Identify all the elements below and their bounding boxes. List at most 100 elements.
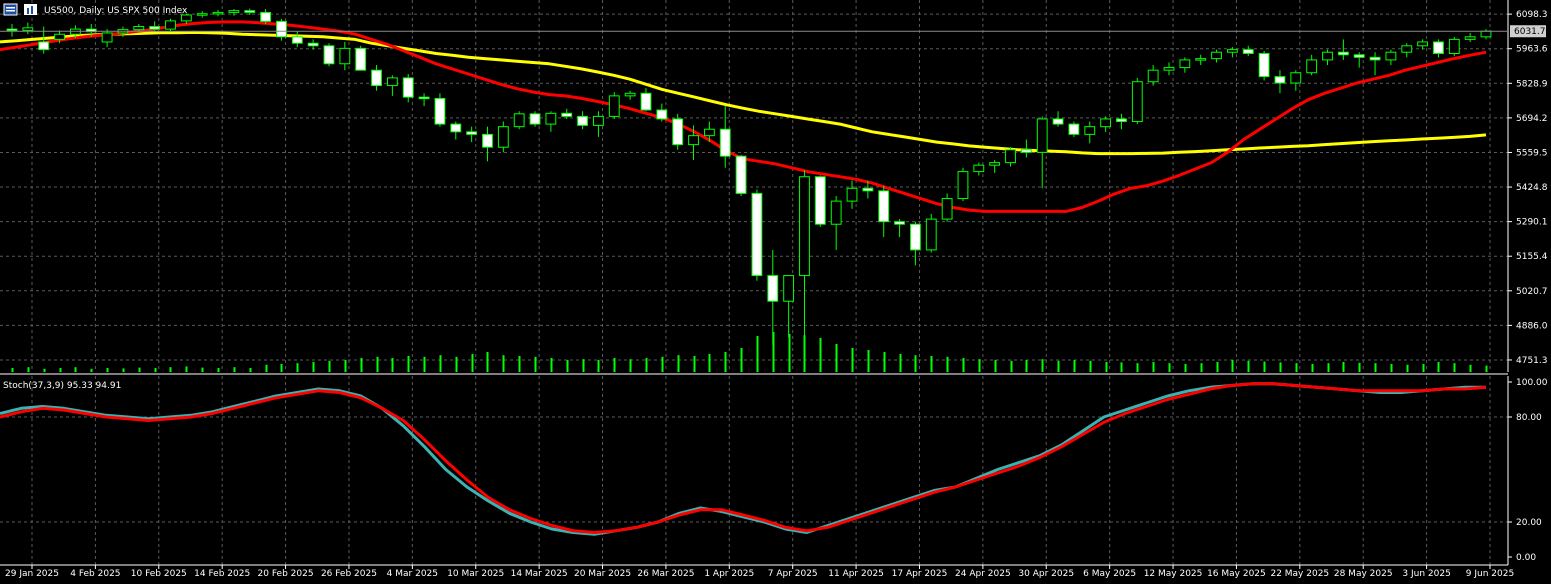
price-tick-label: 5559.5	[1516, 148, 1548, 158]
candle-body	[307, 42, 319, 47]
candle-body	[6, 28, 18, 32]
candle-body	[1147, 69, 1159, 83]
price-tick-label: 5828.9	[1516, 79, 1548, 89]
candle-body	[735, 155, 747, 194]
candle-body	[1068, 123, 1080, 135]
time-tick-label: 24 Apr 2025	[955, 569, 1011, 579]
candle	[1258, 50, 1270, 81]
candle-body	[925, 218, 937, 251]
time-tick-label: 11 Apr 2025	[828, 569, 884, 579]
price-tick-label: 5155.4	[1516, 252, 1548, 262]
price-tick-label: 5290.1	[1516, 218, 1548, 228]
candle-body	[910, 223, 921, 251]
time-tick-label: 4 Feb 2025	[70, 569, 120, 579]
candle-body	[418, 96, 430, 100]
candle-body	[941, 198, 953, 220]
trading-chart: 6098.3 5963.6 5828.9 5694.2 5559.5 5424.8 5290…	[0, 0, 1551, 580]
chart-title: US500, Daily: US SPX 500 Index	[44, 6, 188, 16]
candle-body	[212, 11, 224, 15]
stoch-tick-label: 0.00	[1516, 553, 1536, 563]
time-tick-label: 28 May 2025	[1334, 569, 1393, 579]
candle-body	[1084, 126, 1096, 135]
candle-body	[323, 45, 335, 65]
candle-body	[814, 176, 826, 225]
candle-body	[482, 133, 493, 148]
candle-body	[1036, 118, 1048, 153]
candle	[513, 111, 525, 130]
price-tick-label: 4751.3	[1516, 356, 1548, 366]
candle-body	[1226, 49, 1238, 53]
candle-body	[830, 200, 842, 225]
candle	[1068, 121, 1080, 137]
candle-body	[846, 187, 858, 202]
candle	[529, 111, 541, 127]
price-tick-label: 4886.0	[1516, 321, 1548, 331]
stoch-tick-label: 20.00	[1516, 518, 1542, 528]
candle-body	[466, 131, 478, 135]
time-tick-label: 17 Apr 2025	[892, 569, 948, 579]
candle-body	[1005, 149, 1016, 164]
price-tick-label: 5020.7	[1516, 287, 1548, 297]
candle-body	[291, 36, 303, 44]
candle	[751, 189, 763, 281]
time-tick-label: 4 Mar 2025	[387, 569, 438, 579]
candle-body	[1131, 81, 1143, 123]
candle-body	[1306, 59, 1318, 74]
candle-body	[894, 221, 905, 225]
time-tick-label: 22 May 2025	[1270, 569, 1329, 579]
time-tick-label: 3 Jun 2025	[1402, 569, 1450, 579]
candle-body	[228, 10, 240, 13]
time-tick-label: 29 Jan 2025	[5, 569, 59, 579]
candle-body	[672, 118, 684, 146]
price-tick-label: 6098.3	[1516, 10, 1548, 20]
candle-body	[1353, 54, 1365, 58]
candle-body	[1464, 36, 1476, 40]
candle-body	[402, 77, 414, 98]
candle-body	[101, 32, 113, 43]
candle-body	[1211, 51, 1222, 60]
candle	[814, 175, 826, 227]
candle	[323, 43, 335, 67]
chart-menu-icon[interactable]	[3, 3, 18, 16]
candle-body	[973, 164, 985, 173]
candle	[355, 45, 367, 71]
candle	[735, 154, 747, 196]
candle-body	[1322, 51, 1333, 61]
candle	[925, 213, 937, 253]
time-tick-label: 10 Mar 2025	[447, 569, 504, 579]
candle-body	[1480, 30, 1492, 38]
time-tick-label: 6 May 2025	[1083, 569, 1136, 579]
candle-body	[149, 26, 161, 30]
candle	[672, 113, 684, 150]
candle-body	[355, 47, 367, 71]
time-tick-label: 9 Jun 2025	[1466, 569, 1514, 579]
candle-body	[656, 109, 668, 120]
time-tick-label: 14 Mar 2025	[511, 569, 568, 579]
time-tick-label: 14 Feb 2025	[194, 569, 250, 579]
candle-body	[1195, 58, 1207, 61]
bar-chart-icon[interactable]	[24, 4, 37, 15]
chart-svg: 6098.3 5963.6 5828.9 5694.2 5559.5 5424.8 5290…	[0, 0, 1551, 580]
candle-body	[1020, 149, 1032, 153]
time-tick-label: 20 Feb 2025	[258, 569, 314, 579]
price-tick-label: 5424.8	[1516, 183, 1548, 193]
candle-body	[640, 92, 652, 111]
candle-body	[703, 128, 715, 137]
time-tick-label: 7 Apr 2025	[768, 569, 818, 579]
candle-body	[434, 97, 446, 125]
chart-header: US500, Daily: US SPX 500 Index	[3, 3, 188, 16]
candle-body	[1385, 51, 1397, 61]
candle	[608, 92, 620, 119]
candle-body	[386, 77, 398, 87]
candle-body	[783, 275, 795, 302]
candle-body	[577, 115, 588, 126]
candle-body	[165, 20, 176, 30]
bar-chart-icon-bar	[27, 8, 29, 14]
candle-body	[688, 135, 699, 146]
candle-body	[878, 190, 890, 223]
candle-body	[751, 192, 763, 277]
candle-body	[497, 126, 509, 148]
candle	[434, 93, 446, 127]
candle-body	[371, 69, 382, 87]
candle-body	[196, 13, 208, 16]
